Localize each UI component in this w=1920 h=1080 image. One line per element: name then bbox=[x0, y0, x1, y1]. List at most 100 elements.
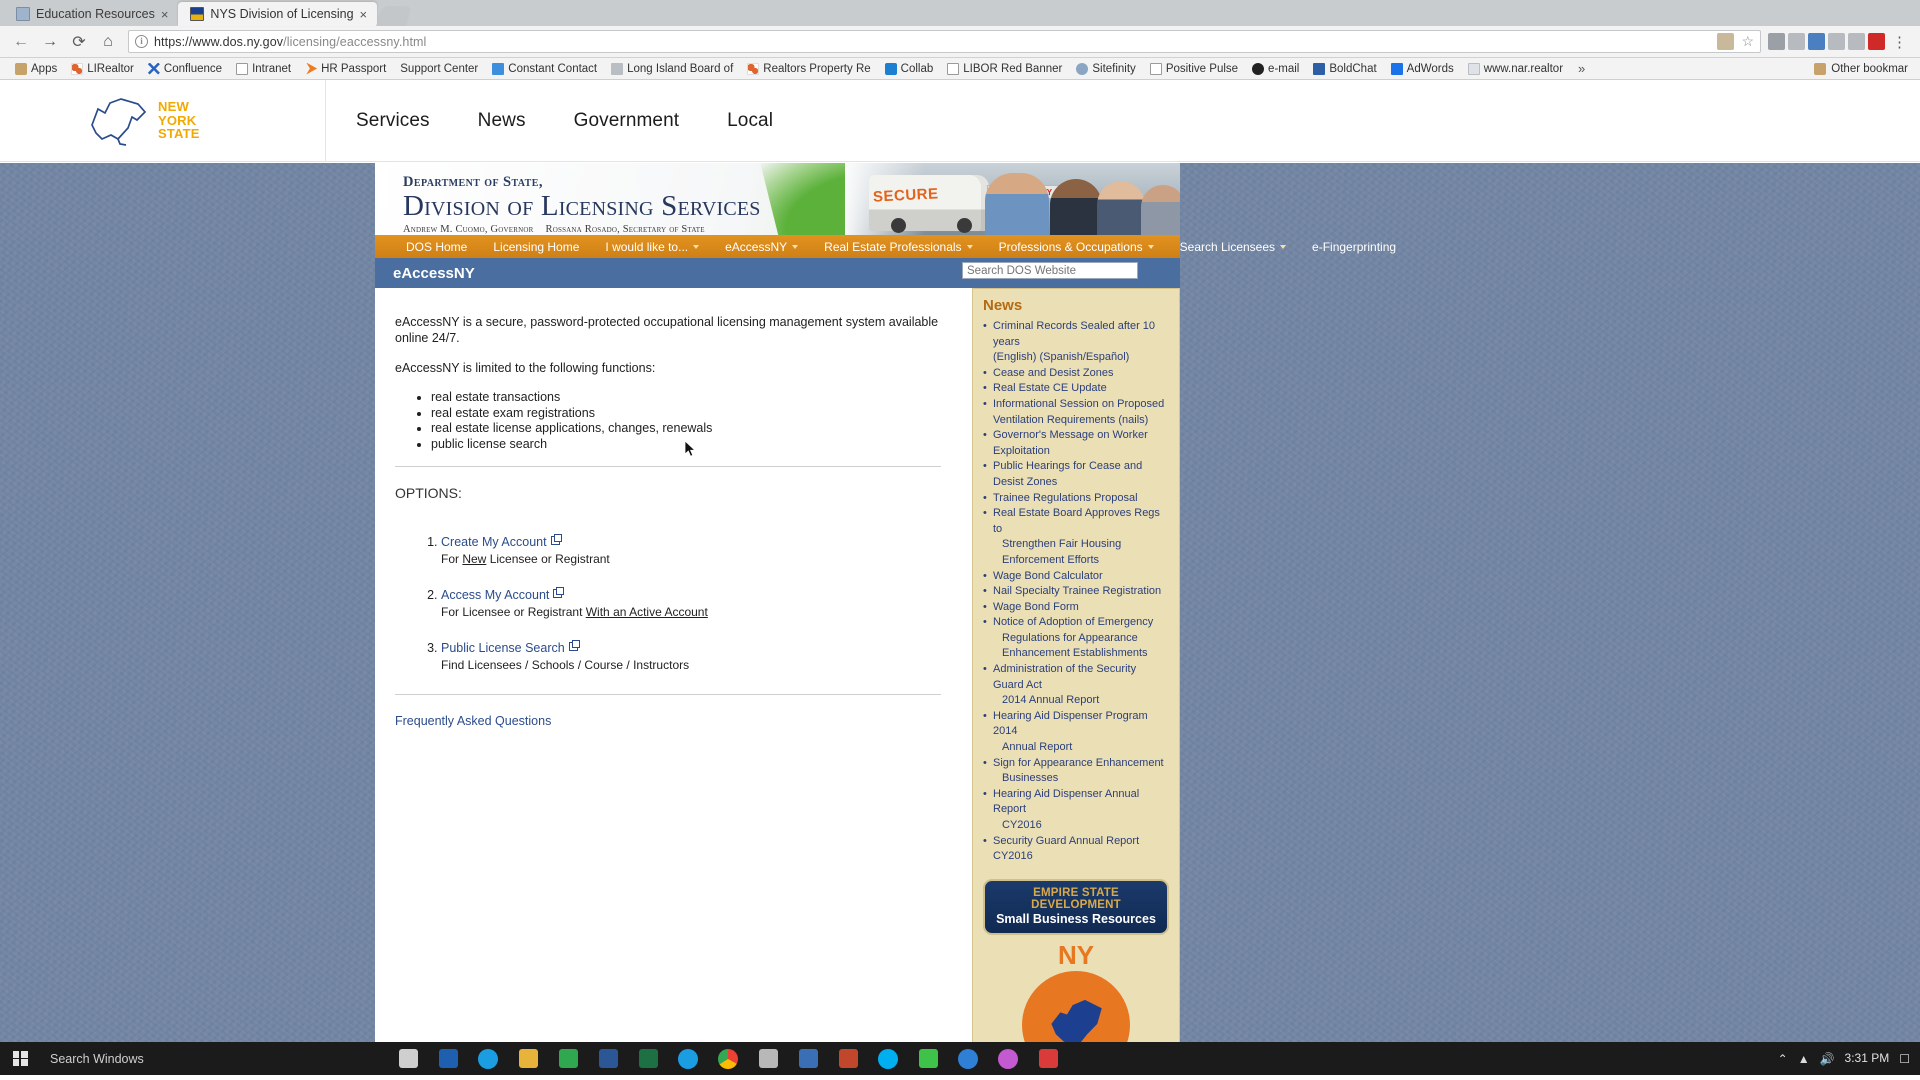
news-link-cont[interactable]: Strengthen Fair Housing Enforcement Effo… bbox=[993, 537, 1169, 568]
bookmarks-overflow-icon[interactable]: » bbox=[1570, 61, 1593, 76]
list-item[interactable]: Real Estate CE Update bbox=[983, 381, 1169, 397]
news-link-cont[interactable]: 2014 Annual Report bbox=[993, 693, 1169, 709]
nav-professions-occupations[interactable]: Professions & Occupations bbox=[986, 240, 1167, 254]
bookmark-positive-pulse[interactable]: Positive Pulse bbox=[1143, 60, 1245, 78]
browser-tab-nys-division-of-licensing[interactable]: NYS Division of Licensing × bbox=[178, 2, 378, 26]
news-link[interactable]: Hearing Aid Dispenser Program 2014 bbox=[993, 710, 1148, 738]
nav-real-estate-professionals[interactable]: Real Estate Professionals bbox=[811, 240, 985, 254]
taskbar-search-input[interactable]: Search Windows bbox=[40, 1052, 380, 1066]
nav-news[interactable]: News bbox=[478, 110, 526, 132]
nav-local[interactable]: Local bbox=[727, 110, 773, 132]
reload-icon[interactable]: ⟳ bbox=[66, 29, 92, 55]
list-item[interactable]: Notice of Adoption of Emergency Regulatio… bbox=[983, 615, 1169, 662]
news-link[interactable]: Real Estate CE Update bbox=[993, 382, 1107, 394]
nav-dos-home[interactable]: DOS Home bbox=[393, 240, 480, 254]
news-link[interactable]: Informational Session on Proposed bbox=[993, 398, 1164, 410]
news-link[interactable]: Security Guard Annual Report CY2016 bbox=[993, 835, 1139, 863]
news-link[interactable]: Public Hearings for Cease and Desist Zon… bbox=[993, 460, 1142, 488]
public-license-search-link[interactable]: Public License Search bbox=[441, 640, 580, 655]
bookmark-apps[interactable]: Apps bbox=[8, 60, 64, 78]
extension-icon-5[interactable] bbox=[1828, 33, 1845, 50]
nav-e-fingerprinting[interactable]: e-Fingerprinting bbox=[1299, 240, 1409, 254]
extension-icon-1[interactable] bbox=[1717, 33, 1735, 50]
network-icon[interactable]: ▲ bbox=[1798, 1052, 1810, 1066]
news-link-cont[interactable]: CY2016 bbox=[993, 818, 1169, 834]
back-arrow-icon[interactable]: ← bbox=[8, 29, 34, 55]
bookmark-hr-passport[interactable]: HR Passport bbox=[298, 60, 393, 78]
bookmark-adwords[interactable]: AdWords bbox=[1384, 60, 1461, 78]
list-item[interactable]: Criminal Records Sealed after 10 years (E… bbox=[983, 319, 1169, 366]
list-item[interactable]: Security Guard Annual Report CY2016 bbox=[983, 834, 1169, 865]
extension-icon-3[interactable] bbox=[1788, 33, 1805, 50]
news-link[interactable]: Administration of the Security Guard Act bbox=[993, 663, 1136, 691]
news-link[interactable]: Real Estate Board Approves Regs to bbox=[993, 507, 1160, 535]
create-my-account-link[interactable]: Create My Account bbox=[441, 534, 562, 549]
skype-icon[interactable] bbox=[868, 1042, 908, 1075]
close-icon[interactable]: × bbox=[161, 7, 169, 22]
faq-link[interactable]: Frequently Asked Questions bbox=[395, 714, 551, 728]
outlook-icon[interactable] bbox=[428, 1042, 468, 1075]
search-input[interactable] bbox=[962, 262, 1138, 279]
list-item[interactable]: Cease and Desist Zones bbox=[983, 366, 1169, 382]
bookmark-lirealtor[interactable]: LIRealtor bbox=[64, 60, 141, 78]
book-icon[interactable] bbox=[788, 1042, 828, 1075]
news-link[interactable]: Trainee Regulations Proposal bbox=[993, 492, 1138, 504]
address-bar[interactable]: i https://www.dos.ny.gov/licensing/eacce… bbox=[128, 30, 1761, 53]
browser-tab-education-resources[interactable]: Education Resources × bbox=[4, 2, 179, 26]
gear2-icon[interactable] bbox=[988, 1042, 1028, 1075]
extension-icon-4[interactable] bbox=[1808, 33, 1825, 50]
extension-icon-6[interactable] bbox=[1848, 33, 1865, 50]
extension-icon-2[interactable] bbox=[1768, 33, 1785, 50]
news-link-cont[interactable]: Annual Report bbox=[993, 740, 1169, 756]
news-link[interactable]: Wage Bond Form bbox=[993, 601, 1079, 613]
list-item[interactable]: Real Estate Board Approves Regs toStreng… bbox=[983, 506, 1169, 568]
nys-logo[interactable]: NEW YORK STATE bbox=[88, 95, 200, 147]
other-bookmarks-folder[interactable]: Other bookmar bbox=[1814, 62, 1912, 75]
list-item[interactable]: Informational Session on Proposed Ventila… bbox=[983, 397, 1169, 428]
excel-icon[interactable] bbox=[628, 1042, 668, 1075]
list-item[interactable]: Governor's Message on Worker Exploitatio… bbox=[983, 428, 1169, 459]
home-icon[interactable]: ⌂ bbox=[95, 29, 121, 55]
windows-start-icon[interactable] bbox=[0, 1042, 40, 1075]
new-tab-button[interactable] bbox=[376, 6, 413, 26]
chrome-icon[interactable] bbox=[708, 1042, 748, 1075]
news-link-cont[interactable]: (English) (Spanish/Español) bbox=[993, 350, 1169, 366]
news-link-cont[interactable]: Businesses bbox=[993, 771, 1169, 787]
nys-logo-container[interactable]: NEW YORK STATE bbox=[0, 80, 326, 162]
list-item[interactable]: Hearing Aid Dispenser Annual Report CY201… bbox=[983, 787, 1169, 834]
forward-arrow-icon[interactable]: → bbox=[37, 29, 63, 55]
powerpoint-icon[interactable] bbox=[828, 1042, 868, 1075]
edge2-icon[interactable] bbox=[668, 1042, 708, 1075]
news-link[interactable]: Nail Specialty Trainee Registration bbox=[993, 585, 1161, 597]
news-link[interactable]: Sign for Appearance Enhancement bbox=[993, 757, 1164, 769]
news-link[interactable]: Notice of Adoption of Emergency bbox=[993, 616, 1153, 628]
news-link-cont[interactable]: Regulations for Appearance Enhancement E… bbox=[993, 631, 1169, 662]
list-item[interactable]: Wage Bond Form bbox=[983, 600, 1169, 616]
nav-eaccessny[interactable]: eAccessNY bbox=[712, 240, 811, 254]
bookmark-libor-red-banner[interactable]: LIBOR Red Banner bbox=[940, 60, 1069, 78]
news-link[interactable]: Wage Bond Calculator bbox=[993, 570, 1103, 582]
word-icon[interactable] bbox=[588, 1042, 628, 1075]
bookmark-support-center[interactable]: Support Center bbox=[393, 60, 485, 78]
nav-i-would-like-to[interactable]: I would like to... bbox=[592, 240, 712, 254]
nav-government[interactable]: Government bbox=[574, 110, 680, 132]
store-icon[interactable] bbox=[548, 1042, 588, 1075]
file-explorer-icon[interactable] bbox=[508, 1042, 548, 1075]
browser-menu-icon[interactable]: ⋮ bbox=[1888, 33, 1912, 51]
bookmark-boldchat[interactable]: BoldChat bbox=[1306, 60, 1383, 78]
news-link[interactable]: Hearing Aid Dispenser Annual Report bbox=[993, 788, 1139, 816]
nav-licensing-home[interactable]: Licensing Home bbox=[480, 240, 592, 254]
acrobat-icon[interactable] bbox=[748, 1042, 788, 1075]
bookmark-star-icon[interactable]: ☆ bbox=[1741, 33, 1754, 50]
list-item[interactable]: Public Hearings for Cease and Desist Zon… bbox=[983, 459, 1169, 490]
chevron-up-icon[interactable]: ⌃ bbox=[1778, 1052, 1788, 1066]
list-item[interactable]: Hearing Aid Dispenser Program 2014 Annual… bbox=[983, 709, 1169, 756]
bookmark-long-island-board[interactable]: Long Island Board of bbox=[604, 60, 740, 78]
bookmark-intranet[interactable]: Intranet bbox=[229, 60, 298, 78]
bookmark-collab[interactable]: Collab bbox=[878, 60, 941, 78]
empire-state-development-banner[interactable]: EMPIRE STATE DEVELOPMENT Small Business … bbox=[983, 878, 1169, 935]
action-center-icon[interactable]: ☐ bbox=[1899, 1052, 1910, 1066]
list-item[interactable]: Wage Bond Calculator bbox=[983, 569, 1169, 585]
bookmark-confluence[interactable]: Confluence bbox=[141, 60, 229, 78]
volume-icon[interactable]: 🔊 bbox=[1820, 1052, 1835, 1066]
